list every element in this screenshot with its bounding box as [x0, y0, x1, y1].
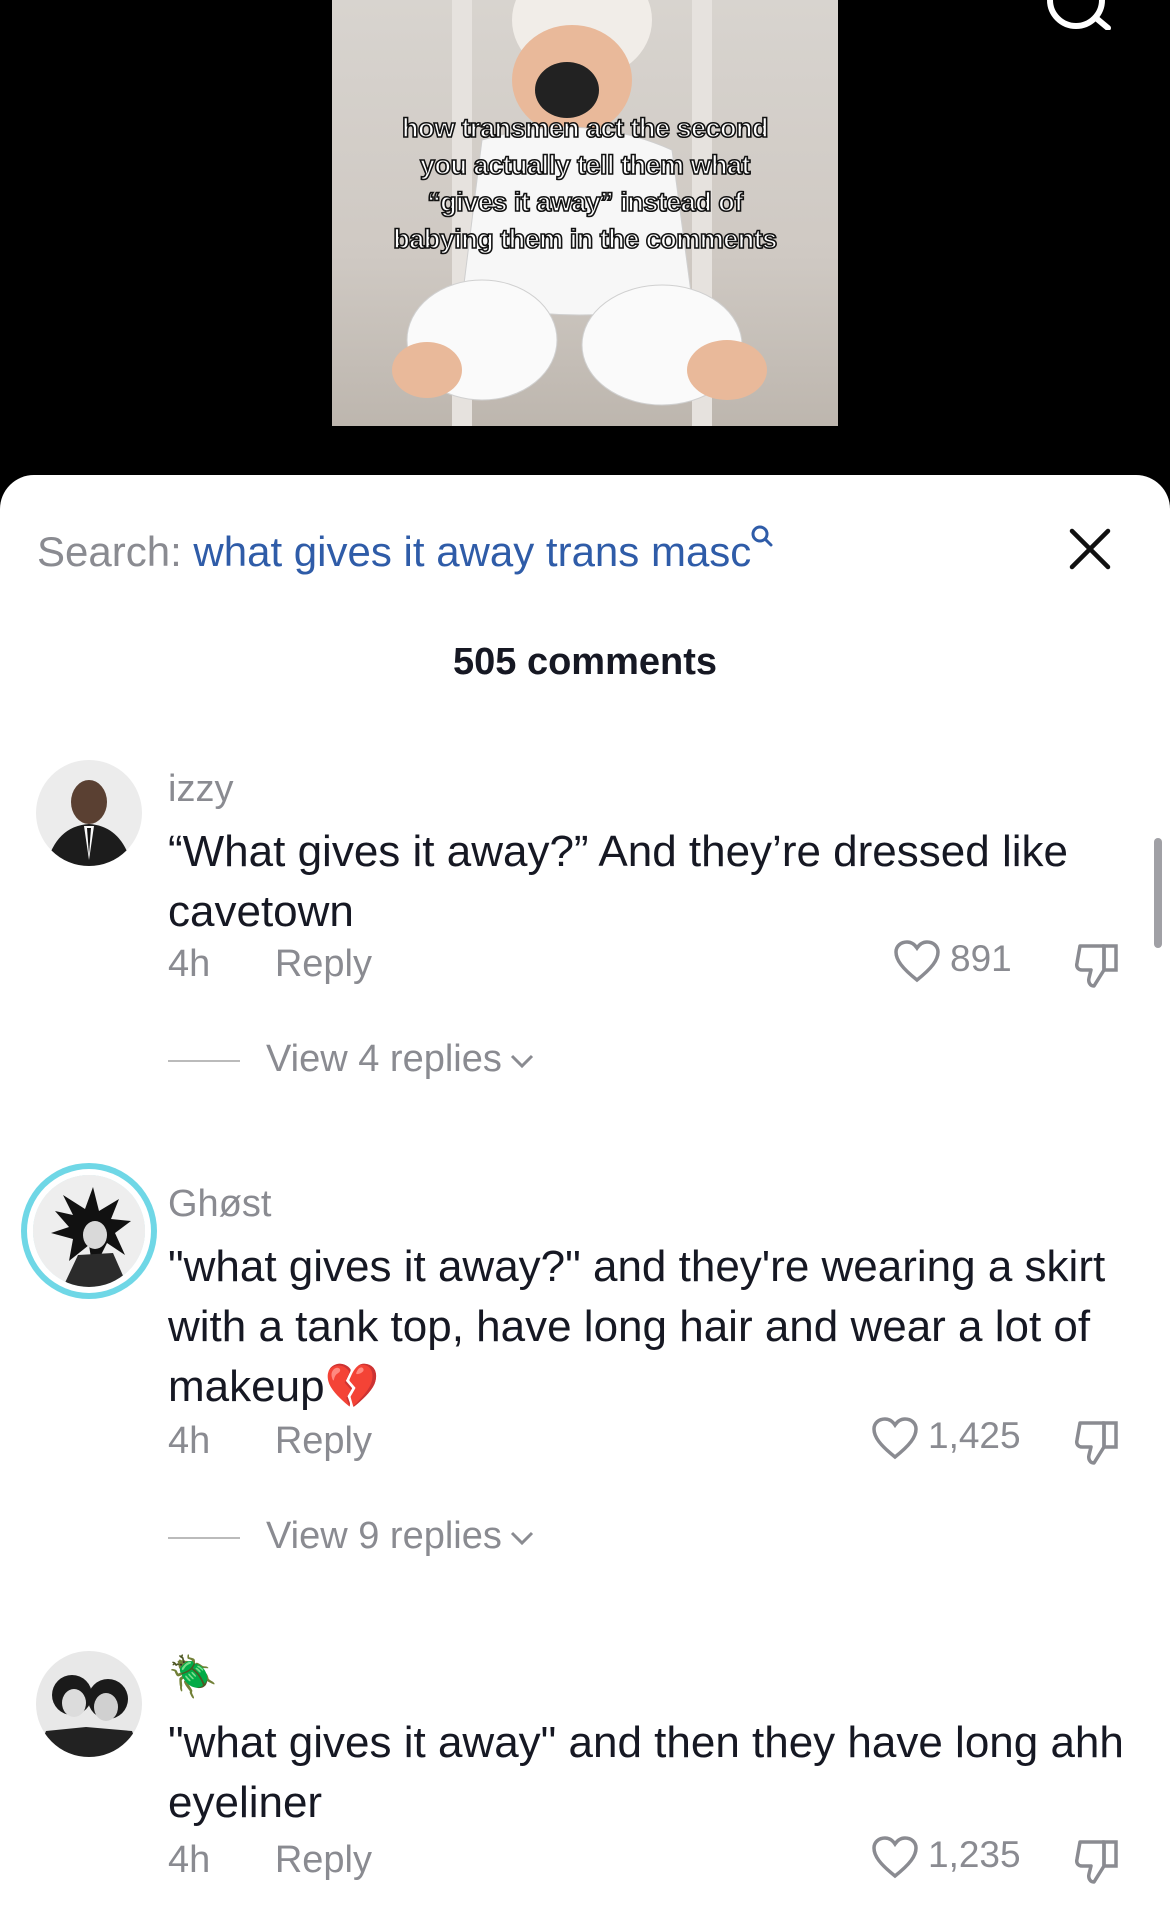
scrollbar[interactable] — [1154, 838, 1162, 948]
timestamp: 4h — [168, 1420, 211, 1462]
like-count: 1,235 — [928, 1834, 1021, 1875]
heart-icon — [872, 1417, 918, 1460]
timestamp: 4h — [168, 943, 211, 985]
reply-button[interactable]: Reply — [275, 943, 372, 985]
comment-text: “What gives it away?” And they’re dresse… — [168, 827, 1068, 936]
comment-meta: 4h Reply — [168, 1839, 372, 1882]
video-thumbnail[interactable]: how transmen act the second you actually… — [332, 0, 838, 426]
divider — [168, 1059, 240, 1062]
view-replies-label: View 9 replies — [266, 1515, 502, 1557]
view-replies-label: View 4 replies — [266, 1038, 502, 1080]
like-count: 1,425 — [928, 1415, 1021, 1456]
chevron-down-icon — [510, 1531, 533, 1546]
close-icon[interactable] — [1068, 527, 1112, 571]
comment-meta: 4h Reply — [168, 1420, 372, 1463]
comment-text: "what gives it away" and then they have … — [168, 1718, 1124, 1827]
comment-text: "what gives it away?" and they're wearin… — [168, 1242, 1106, 1411]
video-area[interactable]: how transmen act the second you actually… — [0, 0, 1170, 500]
search-suggestion[interactable]: Search: what gives it away trans masc — [37, 525, 773, 576]
view-replies-button[interactable]: View 4 replies — [168, 1038, 536, 1081]
comment-meta: 4h Reply — [168, 943, 372, 986]
chevron-down-icon — [510, 1054, 533, 1069]
like-button[interactable]: 1,235 — [870, 1834, 1021, 1880]
timestamp: 4h — [168, 1839, 211, 1881]
reply-button[interactable]: Reply — [275, 1420, 372, 1462]
dislike-icon[interactable] — [1072, 940, 1122, 992]
video-overlay-text: how transmen act the second you actually… — [392, 112, 778, 255]
avatar[interactable] — [36, 1651, 142, 1757]
avatar[interactable] — [36, 760, 142, 866]
reply-button[interactable]: Reply — [275, 1839, 372, 1881]
comment-count: 505 comments — [452, 641, 717, 683]
comments-sheet: Search: what gives it away trans masc 50… — [0, 475, 1170, 1927]
username[interactable]: 🪲 — [168, 1653, 218, 1700]
heart-icon — [872, 1836, 918, 1879]
like-button[interactable]: 1,425 — [870, 1415, 1021, 1461]
dislike-icon[interactable] — [1072, 1836, 1122, 1888]
magnifier-icon — [751, 525, 773, 547]
dislike-icon[interactable] — [1072, 1417, 1122, 1469]
search-query-link[interactable]: what gives it away trans masc — [193, 528, 751, 575]
search-prefix: Search: — [37, 528, 182, 575]
username[interactable]: izzy — [168, 768, 233, 811]
username[interactable]: Ghøst — [168, 1183, 271, 1226]
like-button[interactable]: 891 — [892, 938, 1012, 984]
like-count: 891 — [950, 938, 1012, 979]
search-icon[interactable] — [1046, 0, 1116, 30]
divider — [168, 1536, 240, 1539]
heart-icon — [894, 940, 940, 983]
avatar[interactable] — [33, 1175, 145, 1287]
view-replies-button[interactable]: View 9 replies — [168, 1515, 536, 1558]
